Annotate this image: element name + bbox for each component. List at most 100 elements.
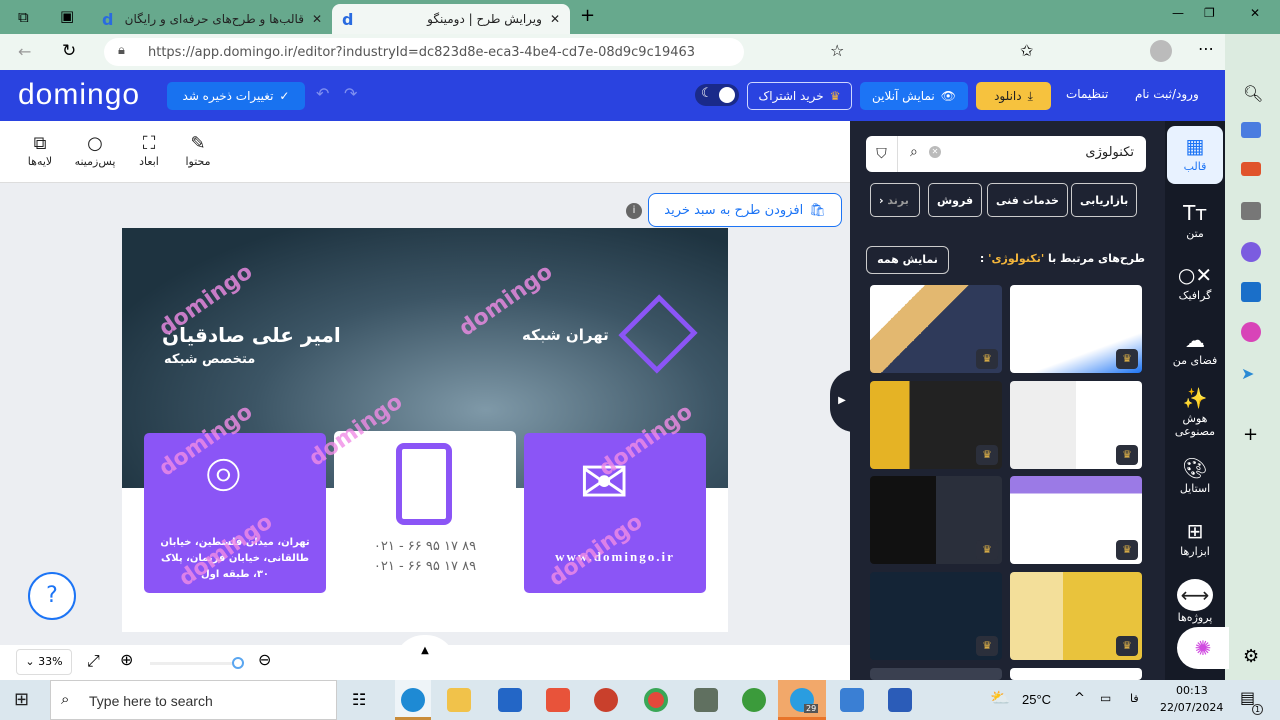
translate-icon[interactable]: ⟷	[1177, 579, 1213, 611]
sidebar-item-style[interactable]: 🎨︎ استایل	[1167, 456, 1223, 495]
sidebar-item-projects[interactable]: ⟷ پروژه‌ها	[1167, 579, 1223, 624]
search-input[interactable]: تکنولوژی	[1085, 145, 1134, 160]
template-thumbnail[interactable]: ♛	[870, 572, 1002, 660]
zoom-slider[interactable]	[150, 657, 244, 669]
search-icon[interactable]: 🔍︎	[1243, 84, 1263, 103]
app-c-icon[interactable]	[546, 688, 570, 712]
chrome-icon[interactable]	[644, 688, 668, 712]
sidebar-item-text[interactable]: Tт متن	[1167, 201, 1223, 240]
zoom-slider-handle[interactable]	[232, 657, 244, 669]
template-thumbnail[interactable]	[870, 668, 1002, 680]
template-thumbnail[interactable]: ♛	[870, 381, 1002, 469]
windows-start-icon[interactable]: ⊞	[14, 689, 29, 710]
profile-avatar[interactable]	[1150, 40, 1172, 62]
favorites-icon[interactable]: ✩	[1020, 41, 1033, 60]
app-green-icon[interactable]	[694, 688, 718, 712]
chip-marketing[interactable]: بازاریابی	[1071, 183, 1138, 217]
favorite-icon[interactable]: ☆	[830, 41, 844, 60]
word-icon[interactable]	[888, 688, 912, 712]
photos-icon[interactable]	[840, 688, 864, 712]
back-icon[interactable]: ←	[18, 42, 31, 61]
info-icon[interactable]: i	[626, 203, 642, 219]
redo-icon[interactable]: ↷	[344, 84, 357, 103]
template-search[interactable]: تکنولوژی ✕ ⌕ ⛉	[866, 136, 1146, 172]
tools-icon[interactable]	[1241, 162, 1261, 176]
business-card-canvas[interactable]: تهران شبکه امیر علی صادقیان متخصص شبکه ⌾…	[122, 228, 728, 632]
sidebar-item-my-space[interactable]: ☁ فضای من	[1167, 328, 1223, 367]
shopping-icon[interactable]	[1241, 122, 1261, 138]
weather-icon[interactable]: ⛅	[990, 688, 1010, 707]
clock-time[interactable]: 00:13	[1176, 684, 1208, 697]
template-thumbnail[interactable]: ♛	[1010, 381, 1142, 469]
telegram-taskbar-app[interactable]: 29	[778, 680, 826, 720]
person-name[interactable]: امیر علی صادقیان	[162, 323, 341, 347]
more-icon[interactable]: ⋯	[1198, 39, 1214, 58]
template-thumbnail[interactable]: ♛	[870, 476, 1002, 564]
zoom-out-icon[interactable]: ⊖	[258, 650, 271, 669]
app-p-icon[interactable]	[594, 688, 618, 712]
weather-temp[interactable]: 25°C	[1022, 692, 1051, 707]
undo-icon[interactable]: ↶	[316, 84, 329, 103]
company-name[interactable]: تهران شبکه	[522, 326, 609, 344]
show-all-button[interactable]: نمایش همه	[866, 246, 949, 274]
template-thumbnail[interactable]: ♛	[1010, 572, 1142, 660]
file-explorer-icon[interactable]	[447, 688, 471, 712]
add-icon[interactable]: +	[1243, 424, 1258, 445]
minimize-icon[interactable]: —	[1172, 6, 1184, 20]
search-icon[interactable]: ⌕	[910, 144, 918, 160]
language-indicator[interactable]: فا	[1130, 692, 1139, 705]
restore-icon[interactable]: ❐	[1204, 6, 1215, 20]
clock-date[interactable]: 22/07/2024	[1160, 701, 1223, 714]
taskbar-search[interactable]: ⌕ Type here to search	[50, 680, 337, 720]
logo[interactable]: domingo	[18, 78, 140, 112]
store-icon[interactable]	[498, 688, 522, 712]
close-tab-icon[interactable]: ✕	[312, 12, 322, 26]
games-icon[interactable]	[1241, 202, 1261, 220]
login-link[interactable]: ورود/ثبت نام	[1135, 87, 1199, 101]
online-preview-button[interactable]: 👁︎ نمایش آنلاین	[860, 82, 968, 110]
copilot-icon[interactable]	[1241, 242, 1261, 262]
zoom-in-icon[interactable]: ⊕	[120, 650, 133, 669]
background-tool[interactable]: ○ پس‌زمینه	[72, 133, 118, 168]
download-button[interactable]: ⤓ دانلود	[976, 82, 1051, 110]
template-thumbnail[interactable]: ♛	[1010, 285, 1142, 373]
dark-mode-toggle[interactable]: ☾	[695, 84, 739, 106]
battery-icon[interactable]: ▭	[1100, 691, 1111, 705]
expand-pages-button[interactable]: ▲	[394, 635, 456, 675]
fit-screen-icon[interactable]: ⤢	[87, 651, 100, 671]
edge-taskbar-app[interactable]	[395, 680, 431, 720]
subscribe-button[interactable]: ♛ خرید اشتراک	[747, 82, 852, 110]
dimensions-tool[interactable]: ⛶ ابعاد	[134, 133, 164, 168]
sidebar-item-tools[interactable]: ⊞ ابزارها	[1167, 519, 1223, 558]
tab-actions-icon[interactable]: ▣	[60, 7, 74, 25]
phone-box[interactable]: ۰۲۱ - ۶۶ ۹۵ ۱۷ ۸۹ ۰۲۱ - ۶۶ ۹۵ ۱۷ ۸۹	[334, 431, 516, 591]
add-to-cart-button[interactable]: 🛍︎ افزودن طرح به سبد خرید	[648, 193, 842, 227]
person-title[interactable]: متخصص شبکه	[164, 352, 255, 367]
close-window-icon[interactable]: ✕	[1250, 6, 1260, 20]
send-icon[interactable]: ➤	[1241, 364, 1254, 383]
refresh-icon[interactable]: ↻	[62, 41, 76, 61]
new-tab-icon[interactable]: +	[580, 5, 595, 26]
template-thumbnail[interactable]: ♛	[870, 285, 1002, 373]
ai-brain-button[interactable]: ✺	[1177, 627, 1229, 669]
tab-templates[interactable]: ✕ قالب‌ها و طرح‌های حرفه‌ای و رایگان d	[92, 4, 332, 34]
help-button[interactable]: ?	[28, 572, 76, 620]
address-box[interactable]: ⌾ تهران، میدان فلسطین، خیابان طالقانی، خ…	[144, 433, 326, 593]
settings-icon[interactable]: ⚙	[1243, 646, 1259, 667]
tray-chevron-icon[interactable]: ^	[1074, 691, 1085, 706]
url-field[interactable]: 🔒︎ https://app.domingo.ir/editor?industr…	[104, 38, 744, 66]
template-thumbnail[interactable]	[1010, 668, 1142, 680]
workspaces-icon[interactable]: ⧉	[18, 8, 29, 26]
download-manager-icon[interactable]	[742, 688, 766, 712]
content-tool[interactable]: ✎ محتوا	[183, 133, 213, 168]
sidebar-item-ai[interactable]: ✨ هوش مصنوعی	[1167, 386, 1223, 438]
close-tab-icon[interactable]: ✕	[550, 12, 560, 26]
chip-sales[interactable]: فروش	[928, 183, 983, 217]
web-box[interactable]: ✉ www.domingo.ir	[524, 433, 706, 593]
layers-tool[interactable]: ⧉ لایه‌ها	[24, 133, 56, 168]
outlook-icon[interactable]	[1241, 282, 1261, 302]
sidebar-item-template[interactable]: ▦ قالب	[1167, 126, 1223, 184]
task-view-icon[interactable]: ☷	[352, 690, 366, 709]
designer-icon[interactable]	[1241, 322, 1261, 342]
template-thumbnail[interactable]: ♛	[1010, 476, 1142, 564]
